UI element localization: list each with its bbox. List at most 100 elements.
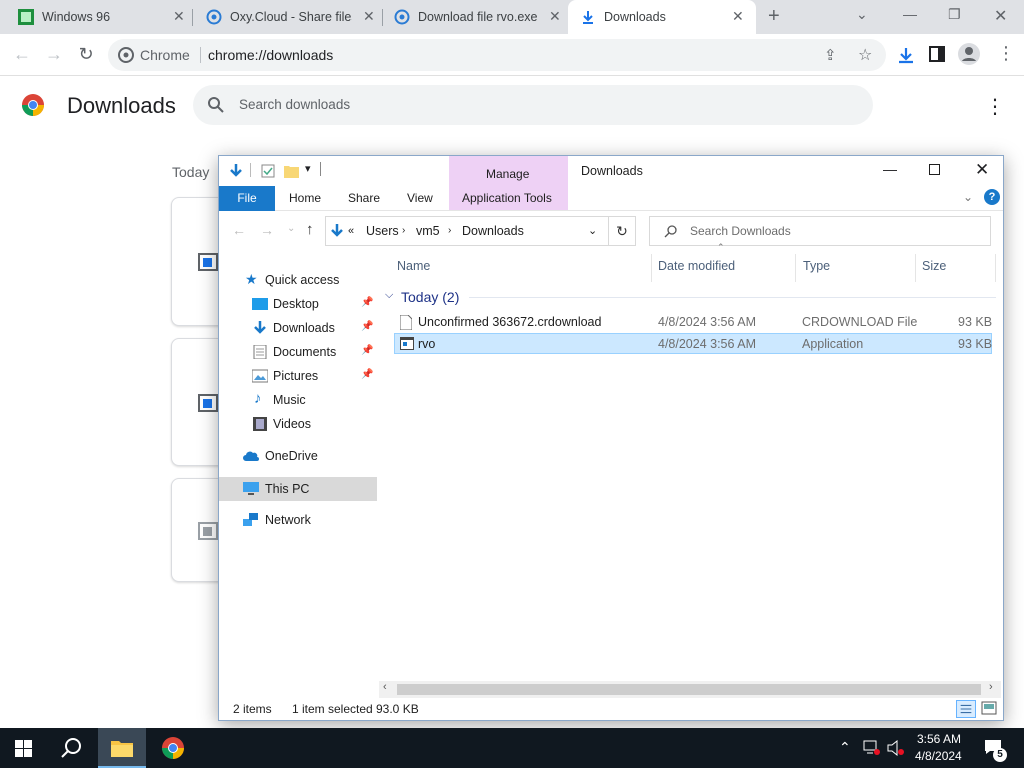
clock-time[interactable]: 3:56 AM (917, 732, 961, 746)
pin-icon[interactable]: 📌 (361, 369, 373, 380)
downloads-search-input[interactable]: Search downloads (193, 85, 873, 125)
back-icon[interactable]: ← (232, 222, 246, 238)
maximize-icon[interactable] (929, 164, 940, 175)
nav-desktop[interactable]: Desktop 📌 (219, 292, 377, 316)
address-dropdown-icon[interactable]: ⌄ (588, 224, 597, 237)
horizontal-scrollbar[interactable]: ‹ › (379, 681, 1001, 698)
close-tab-icon[interactable]: ✕ (549, 8, 561, 25)
restore-icon[interactable]: ❐ (948, 6, 961, 23)
column-separator[interactable] (995, 254, 996, 282)
new-folder-icon[interactable] (284, 164, 299, 178)
side-panel-icon[interactable] (929, 46, 945, 62)
column-type[interactable]: Type (803, 259, 830, 273)
breadcrumb-chevron-icon[interactable]: › (448, 225, 451, 236)
quick-access-download-icon[interactable] (228, 163, 244, 179)
pin-icon[interactable]: 📌 (361, 321, 373, 332)
scrollbar-thumb[interactable] (397, 684, 981, 695)
nav-downloads[interactable]: Downloads 📌 (219, 316, 377, 340)
show-hidden-icons-icon[interactable]: ⌃ (839, 739, 851, 756)
download-arrow-icon (254, 321, 266, 334)
close-window-icon[interactable]: ✕ (994, 6, 1007, 26)
pin-icon[interactable]: 📌 (361, 345, 373, 356)
page-menu-icon[interactable]: ⋮ (985, 94, 1005, 119)
tab-home[interactable]: Home (289, 191, 321, 205)
properties-icon[interactable] (261, 164, 275, 178)
chrome-menu-icon[interactable]: ⋮ (997, 43, 1015, 64)
bookmark-star-icon[interactable]: ☆ (858, 45, 872, 65)
close-tab-icon[interactable]: ✕ (732, 8, 744, 25)
file-row[interactable]: Unconfirmed 363672.crdownload 4/8/2024 3… (394, 312, 992, 333)
tab-view[interactable]: View (407, 191, 433, 205)
column-separator[interactable] (795, 254, 796, 282)
minimize-icon[interactable]: — (903, 6, 917, 22)
ribbon-expand-chevron-icon[interactable]: ⌄ (963, 190, 973, 204)
volume-muted-icon[interactable] (887, 740, 905, 756)
nav-documents[interactable]: Documents 📌 (219, 340, 377, 364)
profile-avatar-icon[interactable] (958, 43, 980, 65)
breadcrumb-chevron-icon[interactable]: › (402, 225, 405, 236)
clock-date[interactable]: 4/8/2024 (915, 749, 962, 763)
refresh-icon[interactable]: ↻ (609, 216, 636, 246)
windows-start-icon[interactable] (15, 740, 32, 757)
nav-this-pc[interactable]: This PC (219, 477, 377, 501)
close-tab-icon[interactable]: ✕ (363, 8, 375, 25)
group-header[interactable]: Today (2) (401, 289, 459, 305)
tab-oxycloud-share[interactable]: Oxy.Cloud - Share files ✕ (192, 0, 382, 34)
taskbar-chrome[interactable] (150, 728, 196, 768)
file-size: 93 KB (958, 337, 993, 351)
breadcrumb-downloads[interactable]: Downloads (462, 224, 524, 238)
nav-videos[interactable]: Videos (219, 412, 377, 436)
qat-dropdown-icon[interactable]: ▾ (305, 162, 311, 175)
column-separator[interactable] (915, 254, 916, 282)
computer-icon (243, 482, 259, 495)
help-icon[interactable]: ? (984, 189, 1000, 205)
close-icon[interactable]: ✕ (975, 160, 989, 180)
nav-network[interactable]: Network (219, 508, 377, 532)
pin-icon[interactable]: 📌 (361, 297, 373, 308)
tab-application-tools[interactable]: Application Tools (462, 191, 552, 205)
reload-icon[interactable]: ↻ (74, 42, 98, 66)
details-view-icon[interactable] (956, 700, 976, 718)
column-size[interactable]: Size (922, 259, 946, 273)
nav-onedrive[interactable]: OneDrive (219, 444, 377, 468)
forward-icon[interactable]: → (42, 42, 66, 66)
taskbar-file-explorer[interactable] (98, 728, 146, 768)
qat-separator (320, 162, 321, 176)
file-tab[interactable]: File (219, 186, 275, 211)
address-bar[interactable]: « Users › vm5 › Downloads ⌄ (325, 216, 609, 246)
network-tray-icon[interactable] (863, 740, 881, 756)
scroll-left-icon[interactable]: ‹ (383, 681, 387, 693)
share-icon[interactable]: ⇪ (824, 46, 837, 64)
tab-share[interactable]: Share (348, 191, 380, 205)
close-tab-icon[interactable]: ✕ (173, 8, 185, 25)
tab-downloads[interactable]: Downloads ✕ (568, 0, 756, 34)
large-icons-view-icon[interactable] (981, 701, 997, 715)
breadcrumb-users[interactable]: Users (366, 224, 399, 238)
up-icon[interactable]: ↑ (306, 221, 314, 238)
nav-quick-access[interactable]: ★ Quick access (219, 268, 377, 292)
nav-pictures[interactable]: Pictures 📌 (219, 364, 377, 388)
explorer-search-input[interactable]: Search Downloads (649, 216, 991, 246)
minimize-icon[interactable]: — (883, 161, 897, 177)
breadcrumb-vm5[interactable]: vm5 (416, 224, 440, 238)
column-name[interactable]: Name (397, 259, 430, 273)
tab-download-file[interactable]: Download file rvo.exe ✕ (382, 0, 568, 34)
downloads-toolbar-icon[interactable] (896, 45, 916, 65)
column-separator[interactable] (651, 254, 652, 282)
breadcrumb-overflow[interactable]: « (348, 225, 354, 237)
group-collapse-chevron-icon[interactable]: ⌵ (385, 289, 393, 302)
taskbar-search-icon[interactable] (61, 737, 83, 759)
recent-locations-icon[interactable]: ⌄ (287, 223, 295, 234)
explorer-titlebar: ▾ Downloads — ✕ (219, 156, 1003, 186)
omnibox[interactable]: Chrome chrome://downloads ⇪ ☆ (108, 39, 886, 71)
scroll-right-icon[interactable]: › (989, 681, 993, 693)
folder-icon (111, 741, 133, 757)
new-tab-button[interactable]: + (768, 5, 780, 28)
forward-icon[interactable]: → (260, 222, 274, 238)
back-icon[interactable]: ← (10, 42, 34, 66)
nav-music[interactable]: ♪ Music (219, 388, 377, 412)
column-date-modified[interactable]: Date modified (658, 259, 735, 273)
file-row-selected[interactable]: rvo 4/8/2024 3:56 AM Application 93 KB (394, 333, 992, 354)
tab-windows96[interactable]: Windows 96 ✕ (0, 0, 192, 34)
tab-search-chevron-icon[interactable]: ⌄ (856, 6, 868, 23)
